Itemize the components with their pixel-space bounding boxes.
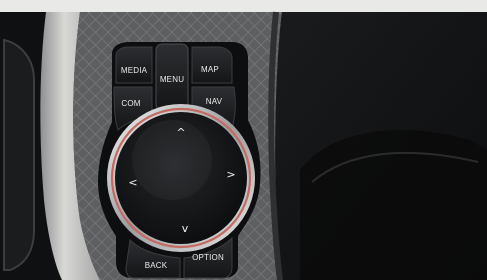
back-label: BACK [145, 261, 168, 270]
arrow-down-icon[interactable]: v [182, 222, 189, 235]
com-label: COM [121, 99, 140, 108]
media-button[interactable]: MEDIA [115, 46, 153, 84]
dashboard-trim [0, 0, 487, 12]
rotary-knob[interactable]: ^ v < > [107, 104, 255, 252]
option-label: OPTION [192, 253, 224, 262]
media-label: MEDIA [121, 66, 148, 75]
knob-face-highlight [132, 120, 212, 200]
arrow-left-icon[interactable]: < [128, 176, 137, 189]
idrive-controller-scene: MEDIA MENU MAP COM NAV ^ v < > BACK OPTI… [0, 0, 487, 280]
arrow-right-icon[interactable]: > [226, 168, 235, 181]
console-left-bezel [3, 38, 35, 271]
map-button[interactable]: MAP [191, 46, 233, 84]
arrow-up-icon[interactable]: ^ [176, 126, 185, 139]
nav-label: NAV [206, 97, 223, 106]
menu-label: MENU [160, 75, 184, 84]
map-label: MAP [201, 65, 219, 74]
menu-button[interactable]: MENU [155, 43, 189, 111]
